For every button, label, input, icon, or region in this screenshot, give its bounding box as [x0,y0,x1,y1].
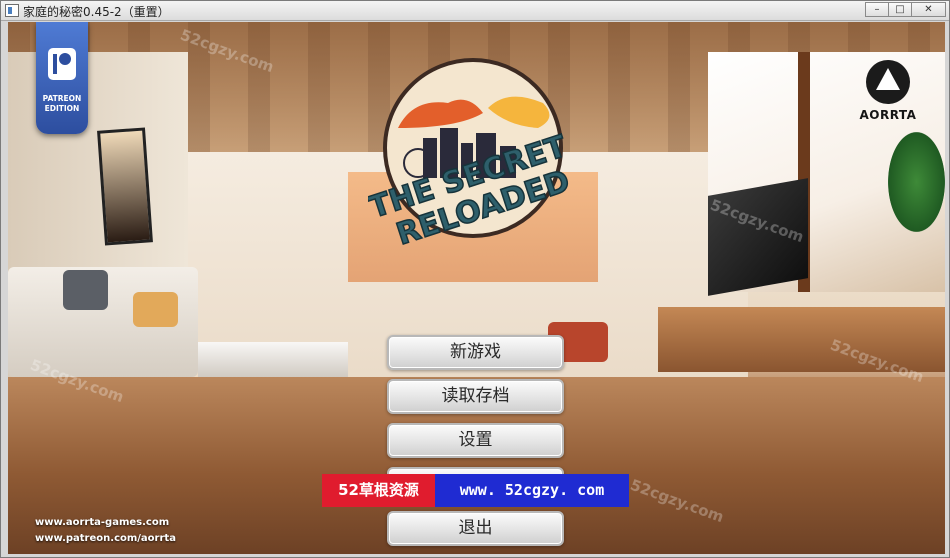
load-game-button[interactable]: 读取存档 [387,379,564,414]
window-title: 家庭的秘密0.45-2（重置） [23,5,170,19]
patreon-link: www.patreon.com/aorrta [35,533,176,544]
aorrta-logo-text: AORRTA [859,108,917,122]
game-window: 家庭的秘密0.45-2（重置） – □ ✕ 52cgzy.com 52cgzy.… [0,0,950,558]
background-pillow [63,270,108,310]
background-painting [97,127,153,246]
patreon-icon [48,48,76,80]
settings-button[interactable]: 设置 [387,423,564,458]
title-bar[interactable]: 家庭的秘密0.45-2（重置） – □ ✕ [1,1,949,21]
aorrta-logo-icon [866,60,910,104]
patreon-badge-label: PATREON EDITION [42,94,82,113]
maximize-button[interactable]: □ [888,2,912,17]
minimize-button[interactable]: – [865,2,889,17]
patreon-badge: PATREON EDITION [36,22,88,134]
watermark-banner-right: www. 52cgzy. com [435,474,629,507]
new-game-button[interactable]: 新游戏 [387,335,564,370]
app-icon [5,4,19,17]
background-pillow [133,292,178,327]
game-screen: 52cgzy.com 52cgzy.com 52cgzy.com 52cgzy.… [8,22,945,554]
close-button[interactable]: ✕ [911,2,946,17]
watermark-banner-left: 52草根资源 [322,474,435,507]
background-table [198,342,348,382]
exit-button[interactable]: 退出 [387,511,564,546]
background-plant [888,132,945,232]
website-link: www.aorrta-games.com [35,517,170,528]
game-title-logo: THE SECRET RELOADED [368,58,575,253]
